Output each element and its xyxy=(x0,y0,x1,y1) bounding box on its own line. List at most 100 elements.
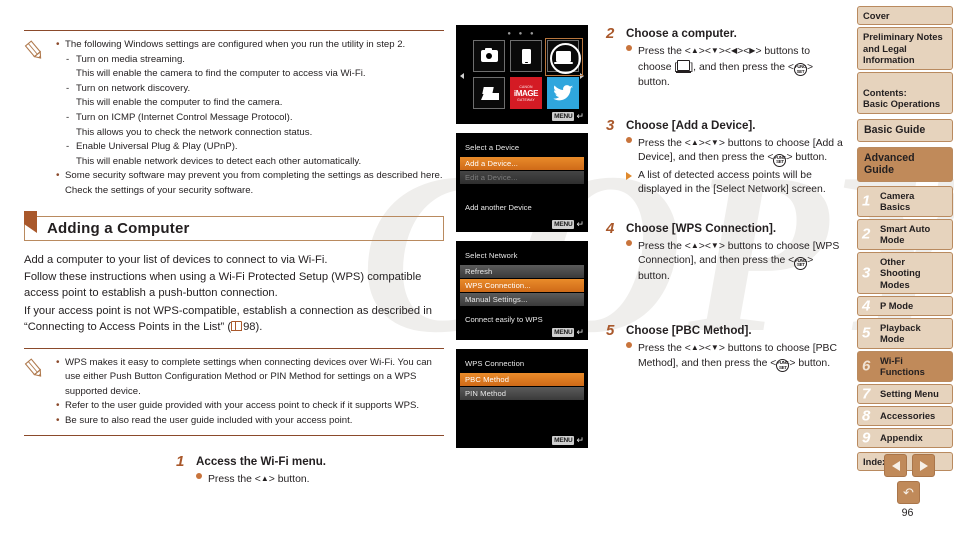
sidebar-item-contents[interactable]: Contents: Basic Operations xyxy=(857,71,953,114)
lcd-option-refresh[interactable]: Refresh xyxy=(460,265,584,278)
step-text-post: ], and then press the < xyxy=(690,61,794,73)
sidebar-item-label: Setting Menu xyxy=(880,387,939,399)
screenshot-select-a-device: Select a Device Add a Device... Edit a D… xyxy=(456,133,588,232)
twitter-icon xyxy=(547,77,579,109)
sidebar-item-setting-menu[interactable]: 7 Setting Menu xyxy=(857,383,953,404)
lcd-option-wps-connection[interactable]: WPS Connection... xyxy=(460,279,584,292)
pencil-note-icon xyxy=(24,38,54,199)
wifi-target-twitter[interactable] xyxy=(547,77,579,109)
sidebar-item-label: Cover xyxy=(863,10,890,21)
wifi-target-computer[interactable] xyxy=(545,38,583,76)
menu-button-label: MENU xyxy=(552,220,575,229)
scroll-left-arrow-icon xyxy=(460,73,464,79)
sidebar-item-label: Playback Mode xyxy=(880,321,921,345)
lcd-option-label: PBC Method xyxy=(465,375,510,384)
up-arrow-key-icon: ▲ xyxy=(690,343,699,353)
note-item-text: Some security software may prevent you f… xyxy=(65,170,443,196)
sidebar-item-appendix[interactable]: 9 Appendix xyxy=(857,427,953,448)
sidebar-item-camera-basics[interactable]: 1 Camera Basics xyxy=(857,186,953,217)
computer-icon xyxy=(676,59,692,73)
step-text-pre: Press the < xyxy=(638,137,691,149)
lcd-screen-title: Select Network xyxy=(465,251,518,260)
ref-text-pre: If your access point is not WPS-compatib… xyxy=(24,304,432,333)
lcd-option-manual-settings[interactable]: Manual Settings... xyxy=(460,293,584,306)
next-page-button[interactable] xyxy=(912,454,935,477)
screenshot-wifi-device-menu: ● ● ● CANON iMAGE GATEWAY MENU ↵ xyxy=(456,25,588,124)
note-item-text: The following Windows settings are confi… xyxy=(65,39,406,50)
sidebar-item-preliminary-notes[interactable]: Preliminary Notes and Legal Information xyxy=(857,27,953,70)
func-set-line2: SET xyxy=(796,68,805,74)
sidebar-item-wifi-functions[interactable]: 6 Wi-Fi Functions xyxy=(857,350,953,382)
sidebar-item-label: Appendix xyxy=(880,431,923,443)
wifi-target-smartphone[interactable] xyxy=(510,40,542,72)
sidebar-item-label: Preliminary Notes and Legal Information xyxy=(863,31,943,66)
step-instruction: Press the <▲><▼><◀><▶> buttons to choose… xyxy=(626,44,846,91)
section-intro: Add a computer to your list of devices t… xyxy=(24,253,444,336)
note-subitem-detail: This will enable the camera to find the … xyxy=(76,68,366,80)
sidebar-item-smart-auto-mode[interactable]: 2 Smart Auto Mode xyxy=(857,218,953,250)
lcd-option-label: PIN Method xyxy=(465,389,507,398)
ref-text-post: ). xyxy=(255,320,263,333)
chapter-number: 1 xyxy=(862,192,871,210)
left-content-column: • The following Windows settings are con… xyxy=(24,26,444,493)
func-set-line2: SET xyxy=(796,262,805,268)
wifi-target-printer[interactable] xyxy=(473,77,505,109)
sidebar-item-other-shooting-modes[interactable]: 3 Other Shooting Modes xyxy=(857,251,953,294)
step-title: Choose [Add a Device]. xyxy=(626,118,756,132)
return-arrow-icon: ↵ xyxy=(576,111,584,121)
sidebar-item-label: Smart Auto Mode xyxy=(880,222,931,246)
lcd-option-pbc-method[interactable]: PBC Method xyxy=(460,373,584,386)
lcd-screen-title: Select a Device xyxy=(465,143,520,152)
chapter-number: 7 xyxy=(862,385,871,403)
chapter-number: 9 xyxy=(862,429,871,447)
note-subitem: - Turn on media streaming. xyxy=(65,53,444,68)
step-number: 5 xyxy=(606,322,615,340)
bullet-icon: • xyxy=(56,39,60,50)
lcd-option-pin-method[interactable]: PIN Method xyxy=(460,387,584,400)
sidebar-item-accessories[interactable]: 8 Accessories xyxy=(857,405,953,426)
sidebar-item-label: P Mode xyxy=(880,300,914,312)
sidebar-item-cover[interactable]: Cover xyxy=(857,6,953,26)
menu-button-label: MENU xyxy=(552,328,575,337)
wifi-target-camera[interactable] xyxy=(473,40,505,72)
step-2: 2 Choose a computer. Press the <▲><▼><◀>… xyxy=(606,26,846,92)
down-arrow-key-icon: ▼ xyxy=(710,137,719,147)
lcd-option-label: Refresh xyxy=(465,267,493,276)
step-instruction: Press the <▲><▼> buttons to choose [PBC … xyxy=(626,341,846,373)
step-instruction: Press the <▲> button. xyxy=(196,472,441,488)
sidebar-item-advanced-guide[interactable]: Advanced Guide xyxy=(857,147,953,183)
sidebar-item-p-mode[interactable]: 4 P Mode xyxy=(857,295,953,316)
book-page-icon xyxy=(231,320,243,331)
func-set-button-icon: FUNC. SET xyxy=(794,256,807,270)
canon-image-gateway-icon: CANON iMAGE GATEWAY xyxy=(510,77,542,109)
step-5: 5 Choose [PBC Method]. Press the <▲><▼> … xyxy=(606,323,846,373)
left-arrow-key-icon: ◀ xyxy=(730,46,738,55)
return-arrow-icon: ↵ xyxy=(576,219,584,229)
page-title: Adding a Computer xyxy=(47,219,190,237)
screenshot-select-network: Select Network Refresh WPS Connection...… xyxy=(456,241,588,340)
step-bullet-icon xyxy=(626,45,632,51)
up-arrow-key-icon: ▲ xyxy=(690,240,699,250)
camera-screenshots-column: ● ● ● CANON iMAGE GATEWAY MENU ↵ Select … xyxy=(456,25,588,457)
menu-return-hint: MENU ↵ xyxy=(552,112,584,121)
lcd-footer-hint: Connect easily to WPS xyxy=(465,315,543,324)
manual-navigation-sidebar: Cover Preliminary Notes and Legal Inform… xyxy=(857,6,953,473)
step-text-end: > button. xyxy=(789,357,831,369)
bullet-icon: • xyxy=(56,400,60,412)
step-bullet-icon xyxy=(626,342,632,349)
lcd-option-edit-a-device[interactable]: Edit a Device... xyxy=(460,171,584,184)
note-item: • Some security software may prevent you… xyxy=(54,169,444,198)
computer-icon xyxy=(553,50,573,64)
left-arrow-icon xyxy=(891,460,900,471)
pencil-note-icon xyxy=(24,356,54,429)
note-bottom-rule xyxy=(24,435,444,437)
back-button[interactable]: ↶ xyxy=(897,481,920,504)
sidebar-item-playback-mode[interactable]: 5 Playback Mode xyxy=(857,317,953,349)
previous-page-button[interactable] xyxy=(884,454,907,477)
step-title: Choose [PBC Method]. xyxy=(626,324,752,338)
wifi-target-image-gateway[interactable]: CANON iMAGE GATEWAY xyxy=(510,77,542,109)
lcd-option-add-a-device[interactable]: Add a Device... xyxy=(460,157,584,170)
sidebar-item-basic-guide[interactable]: Basic Guide xyxy=(857,118,953,143)
sidebar-item-label: Basic Guide xyxy=(864,123,926,136)
intro-paragraph: Add a computer to your list of devices t… xyxy=(24,253,328,266)
